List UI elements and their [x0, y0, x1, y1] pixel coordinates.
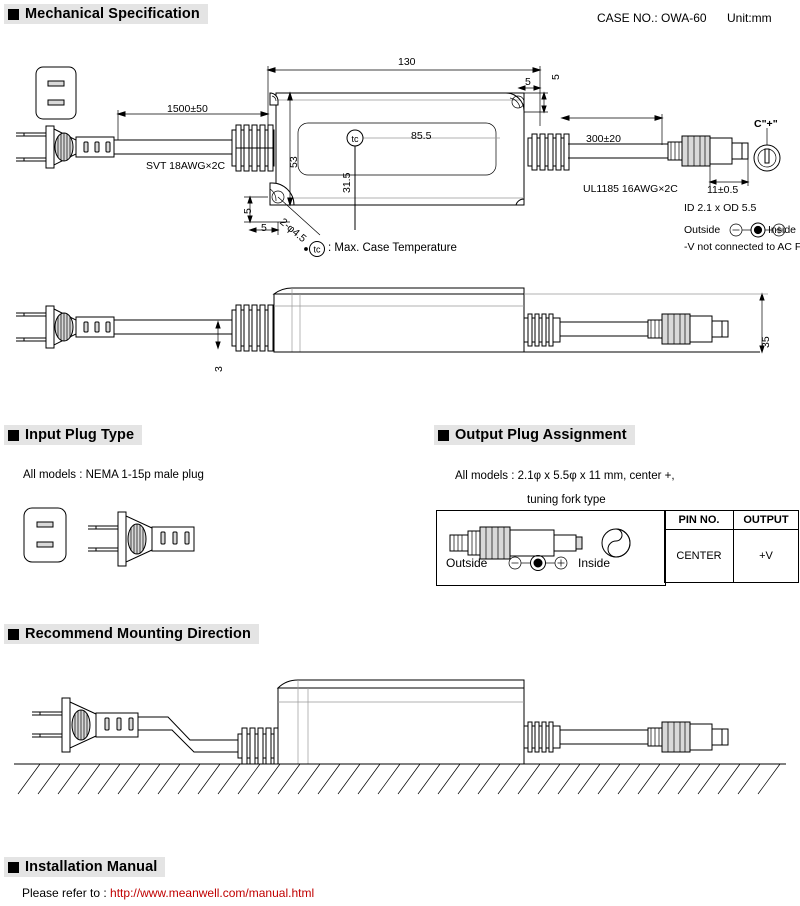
case-body-mounting-view: [276, 679, 525, 765]
case-body-top-view: [275, 92, 525, 206]
dim-tc-31-5: 31.5: [341, 172, 353, 193]
output-strain-relief-side: [523, 313, 561, 347]
section-header-mechanical: Mechanical Specification: [4, 4, 208, 24]
section-title-mechanical: Mechanical Specification: [25, 6, 200, 22]
column-header-pin-no: PIN NO.: [664, 510, 734, 530]
polarity-outside-label: Outside: [684, 224, 721, 236]
unit-label: Unit:mm: [727, 11, 772, 25]
svg-text:tc: tc: [313, 245, 321, 255]
dim-ear-5-top: 5: [525, 76, 531, 88]
section-title-input-plug: Input Plug Type: [25, 427, 135, 443]
dim-plug-id-od: ID 2.1 x OD 5.5: [684, 202, 757, 214]
bullet-square-icon: [8, 8, 19, 20]
svg-text:tc: tc: [351, 134, 359, 144]
dim-output-cable-spec: UL1185 16AWG×2C: [583, 183, 678, 195]
table-row: CENTER +V: [664, 529, 799, 583]
section-header-manual: Installation Manual: [4, 857, 166, 877]
pin-assignment-table: PIN NO. OUTPUT CENTER +V: [664, 510, 799, 583]
output-strain-relief-mounting: [523, 721, 561, 753]
input-plug-figure: [23, 507, 195, 567]
section-header-input-plug: Input Plug Type: [4, 425, 143, 445]
bullet-square-icon: [438, 429, 449, 441]
ac-plug-side-view: [16, 305, 115, 349]
output-strain-relief: [527, 133, 570, 171]
dim-length-130: 130: [398, 56, 416, 68]
table-header-row: PIN NO. OUTPUT: [664, 510, 799, 530]
polarity-symbol-icon: [508, 555, 568, 571]
section-title-mounting: Recommend Mounting Direction: [25, 626, 251, 642]
input-strain-relief: [231, 124, 275, 172]
dim-hole-5-vertical: 5: [242, 208, 254, 214]
connector-end-view-icon: [601, 528, 631, 558]
fg-note: -V not connected to AC FG: [684, 241, 800, 253]
tc-legend-icon: tc: [304, 241, 325, 257]
side-view-drawing: [16, 287, 768, 354]
dim-hole-5-horizontal: 5: [261, 222, 267, 234]
case-number: CASE NO.: OWA-60: [597, 11, 707, 25]
mounting-direction-figure: [14, 679, 786, 795]
input-strain-relief-side: [231, 304, 275, 352]
section-title-manual: Installation Manual: [25, 859, 158, 875]
bullet-square-icon: [8, 628, 19, 640]
cell-pin-center: CENTER: [664, 529, 734, 583]
input-strain-relief-mounting: [237, 727, 280, 765]
dim-connector-c-plus: C"+": [754, 118, 778, 130]
dim-height-35: 35: [760, 336, 772, 348]
dim-width-53: 53: [288, 156, 300, 168]
dim-plug-length: 11±0.5: [707, 184, 739, 196]
output-inside-label: Inside: [578, 556, 611, 570]
ground-hatching: [14, 763, 786, 795]
section-title-output-plug: Output Plug Assignment: [455, 427, 627, 443]
tc-note: : Max. Case Temperature: [328, 242, 457, 254]
ac-plug-top-view: [16, 125, 115, 169]
manual-prefix: Please refer to :: [22, 886, 111, 900]
tc-marker-icon: tc: [346, 129, 364, 147]
dc-barrel-plug-top-view: [667, 135, 749, 167]
receptacle-symbol-icon: [35, 66, 77, 120]
dim-output-cable: 300±20: [586, 133, 621, 145]
cell-output-v: +V: [733, 529, 799, 583]
input-plug-note: All models : NEMA 1-15p male plug: [23, 469, 204, 481]
connector-end-view-icon: [753, 128, 781, 172]
dim-input-cable: 1500±50: [167, 103, 208, 115]
nema-plug-icon: [88, 511, 195, 567]
output-plug-note-line2: tuning fork type: [527, 494, 606, 506]
dim-ear-5-right: 5: [550, 74, 562, 80]
bullet-square-icon: [8, 429, 19, 441]
bullet-square-icon: [8, 861, 19, 873]
output-outside-label: Outside: [446, 556, 488, 570]
manual-line: Please refer to : http://www.meanwell.co…: [22, 886, 314, 900]
receptacle-symbol-icon: [23, 507, 67, 563]
section-header-mounting: Recommend Mounting Direction: [4, 624, 259, 644]
dim-pcb-85-5: 85.5: [411, 130, 432, 142]
polarity-inside-label: Inside: [768, 224, 797, 236]
section-header-output-plug: Output Plug Assignment: [434, 425, 635, 445]
column-header-output: OUTPUT: [733, 510, 799, 530]
dc-barrel-plug-side-view: [647, 313, 729, 345]
output-plug-note-line1: All models : 2.1φ x 5.5φ x 11 mm, center…: [455, 470, 675, 482]
dim-strain-3: 3: [213, 366, 225, 372]
manual-url[interactable]: http://www.meanwell.com/manual.html: [110, 886, 314, 900]
dc-barrel-plug-mounting-view: [647, 721, 729, 753]
dim-input-cable-spec: SVT 18AWG×2C: [146, 160, 226, 172]
